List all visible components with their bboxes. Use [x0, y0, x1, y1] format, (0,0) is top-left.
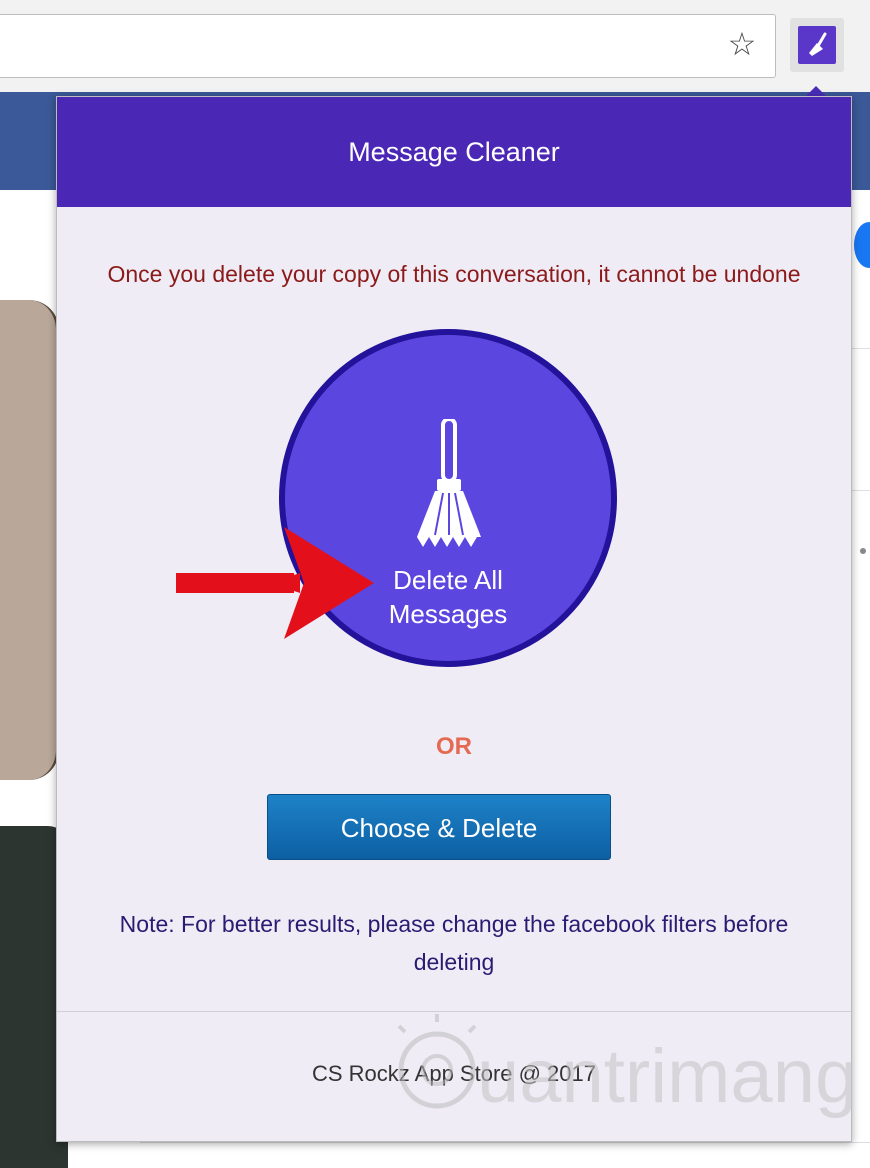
message-cleaner-popup: Message Cleaner Once you delete your cop…: [56, 96, 857, 1142]
choose-and-delete-button[interactable]: Choose & Delete: [267, 794, 611, 860]
note-text: Note: For better results, please change …: [119, 911, 789, 975]
popup-title: Message Cleaner: [348, 136, 560, 167]
address-bar[interactable]: [0, 14, 776, 78]
browser-toolbar: ☆: [0, 0, 870, 93]
popup-header: Message Cleaner: [57, 97, 851, 207]
message-cleaner-extension-button[interactable]: [790, 18, 844, 72]
watermark-text: uantrimang: [477, 1034, 857, 1119]
background-divider: [852, 490, 870, 491]
or-separator: OR: [436, 733, 472, 760]
background-divider: [140, 1142, 870, 1143]
warning-text: Once you delete your copy of this conver…: [107, 261, 801, 287]
red-arrow-annotation: [176, 527, 374, 639]
broom-icon: [417, 419, 481, 547]
background-sticker-image: [0, 300, 59, 780]
delete-all-label-line2: Messages: [388, 599, 508, 629]
background-dot: [860, 548, 866, 554]
broom-icon: [798, 26, 836, 64]
watermark-logo: uantrimang: [397, 1014, 857, 1119]
star-icon[interactable]: ☆: [724, 24, 760, 64]
background-divider: [852, 348, 870, 349]
delete-all-label-line1: Delete All: [393, 565, 503, 595]
